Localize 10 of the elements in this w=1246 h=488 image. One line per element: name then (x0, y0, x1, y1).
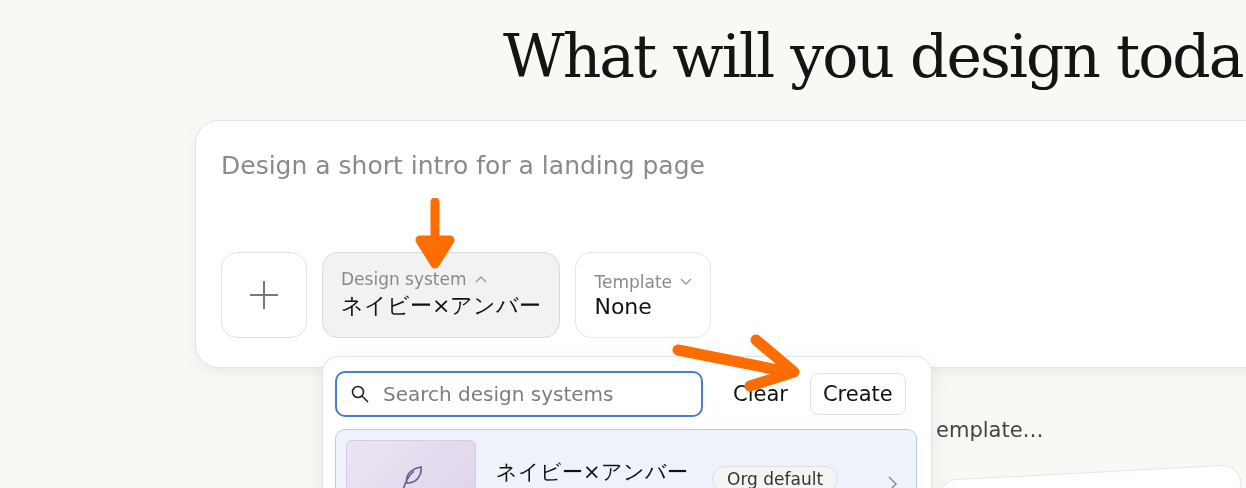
design-system-item[interactable]: ネイビー×アンバー Org default (335, 429, 917, 488)
template-text: emplate… (936, 418, 1044, 442)
prompt-field[interactable]: Design a short intro for a landing page (221, 151, 921, 180)
picker-button[interactable]: Design system ネイビー×アンバー (322, 252, 561, 338)
item-name: ネイビー×アンバー (496, 459, 689, 486)
search-field[interactable]: Search design systems (335, 371, 703, 417)
create-button[interactable]: Create (809, 373, 906, 415)
picker-button[interactable]: Template None (575, 252, 711, 338)
org-default-badge: Org default (712, 466, 839, 488)
page-heading: What will you design toda (502, 20, 1244, 93)
